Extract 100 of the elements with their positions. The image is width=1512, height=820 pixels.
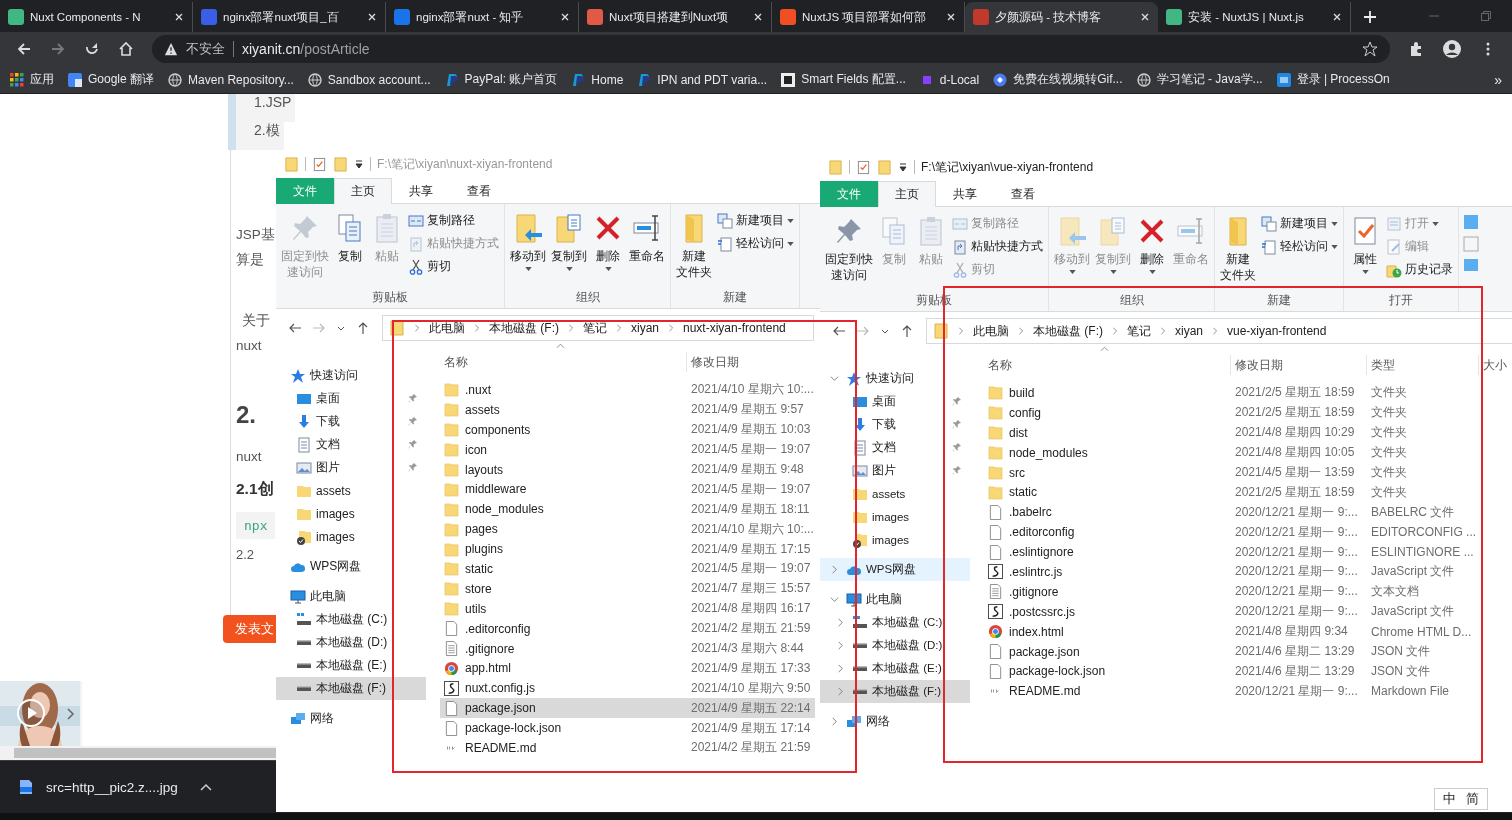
layout-icon[interactable] (1463, 213, 1479, 273)
nav-item[interactable]: 桌面 (276, 387, 426, 410)
breadcrumb-item[interactable]: 此电脑 (429, 319, 465, 337)
column-header[interactable]: 大小 (1479, 355, 1512, 375)
address-field[interactable]: 此电脑 本地磁盘 (F:) 笔记 xiyan vue-xiyan-frontend (926, 318, 1512, 344)
nav-item[interactable]: 本地磁盘 (D:) (820, 634, 970, 657)
file-row[interactable]: .eslintignore 2020/12/21 星期一 9:... ESLINTIGNORE ... (984, 542, 1479, 562)
column-header[interactable]: 修改日期 (1231, 355, 1367, 375)
close-icon[interactable] (174, 12, 184, 22)
file-row[interactable]: README.md 2021/4/2 星期五 21:59 (440, 738, 815, 758)
ribbon-button[interactable]: 历史记录 (1384, 259, 1455, 280)
ribbon-button[interactable]: 重命名 (627, 208, 667, 264)
restore-icon[interactable] (1480, 10, 1492, 22)
file-row[interactable]: plugins 2021/4/9 星期五 17:15 (440, 539, 815, 559)
file-row[interactable]: .editorconfig 2021/4/2 星期五 21:59 (440, 618, 815, 639)
ribbon-button[interactable]: 轻松访问 (715, 233, 796, 254)
bookmark[interactable]: Maven Repository... (168, 72, 294, 87)
nav-item[interactable]: 本地磁盘 (C:) (276, 608, 426, 631)
nav-item[interactable]: images (276, 525, 426, 548)
file-row[interactable]: nuxt.config.js 2021/4/10 星期六 9:50 (440, 678, 815, 699)
file-row[interactable]: .editorconfig 2020/12/21 星期一 9:... EDITORCONFIG ... (984, 522, 1479, 543)
file-row[interactable]: components 2021/4/9 星期五 10:03 (440, 419, 815, 440)
ribbon-button[interactable]: 粘贴快捷方式 (950, 236, 1045, 257)
file-row[interactable]: static 2021/4/5 星期一 19:07 (440, 559, 815, 579)
file-row[interactable]: package-lock.json 2021/4/9 星期五 17:14 (440, 718, 815, 739)
breadcrumb-item[interactable]: 本地磁盘 (F:) (1033, 322, 1103, 340)
breadcrumb-item[interactable]: xiyan (631, 321, 659, 335)
ribbon-button[interactable]: 移动到 (508, 208, 548, 271)
chevron-right-icon[interactable] (615, 324, 623, 332)
nav-item[interactable]: 此电脑 (820, 588, 970, 611)
nav-item[interactable]: 快速访问 (820, 367, 970, 390)
bookmark[interactable]: Smart Fields 配置... (781, 71, 906, 88)
file-row[interactable]: static 2021/2/5 星期五 18:59 文件夹 (984, 482, 1479, 503)
ribbon-button[interactable]: 新建项目 (715, 210, 796, 231)
ribbon-button[interactable]: 新建项目 (1259, 213, 1340, 234)
file-row[interactable]: icon 2021/4/5 星期一 19:07 (440, 439, 815, 460)
properties-icon[interactable] (856, 159, 871, 175)
chevron-right-icon[interactable] (836, 641, 845, 650)
chevron-right-icon[interactable] (66, 707, 76, 721)
nav-item[interactable]: 本地磁盘 (E:) (820, 657, 970, 680)
new-tab-icon[interactable] (1363, 10, 1377, 24)
nav-item[interactable]: 网络 (276, 707, 426, 730)
caret-up-icon[interactable] (199, 783, 212, 791)
horizontal-scrollbar[interactable] (0, 746, 276, 760)
bookmark[interactable]: 应用 (10, 71, 54, 88)
bookmark[interactable]: d-Local (919, 72, 980, 87)
close-icon[interactable] (1332, 12, 1342, 22)
ribbon-tab[interactable]: 查看 (450, 178, 508, 204)
browser-tab[interactable]: 夕颜源码 - 技术博客 (965, 2, 1158, 32)
nav-item[interactable]: 此电脑 (276, 585, 426, 608)
file-row[interactable]: utils 2021/4/8 星期四 16:17 (440, 598, 815, 619)
ribbon-button[interactable]: 复制 (332, 208, 368, 264)
breadcrumb-item[interactable]: 此电脑 (973, 322, 1009, 340)
breadcrumb-item[interactable]: nuxt-xiyan-frontend (683, 321, 786, 335)
file-row[interactable]: store 2021/4/7 星期三 15:57 (440, 578, 815, 599)
ribbon-button[interactable]: 新建文件夹 (1218, 211, 1258, 283)
breadcrumb-item[interactable]: vue-xiyan-frontend (1227, 324, 1327, 338)
ribbon-button[interactable]: 属性 (1347, 211, 1383, 274)
close-icon[interactable] (367, 12, 377, 22)
dropdown-icon[interactable] (898, 162, 908, 172)
file-row[interactable]: pages 2021/4/10 星期六 10:... (440, 519, 815, 540)
nav-item[interactable]: 下载 (820, 413, 970, 436)
nav-item[interactable]: 网络 (820, 710, 970, 733)
column-header[interactable]: 类型 (1367, 355, 1479, 375)
chevron-down-icon[interactable] (830, 374, 839, 383)
ribbon-button[interactable]: 固定到快速访问 (823, 211, 875, 283)
ribbon-button[interactable]: 复制路径 (406, 210, 501, 231)
ribbon-button[interactable]: 删除 (1134, 211, 1170, 274)
pin-icon[interactable] (408, 416, 418, 426)
nav-item[interactable]: 本地磁盘 (F:) (276, 677, 426, 700)
ime-button[interactable]: 中 (1443, 790, 1456, 808)
file-row[interactable]: .gitignore 2020/12/21 星期一 9:... 文本文档 (984, 581, 1479, 602)
chevron-right-icon[interactable] (667, 324, 675, 332)
pin-icon[interactable] (952, 465, 962, 475)
bookmark[interactable]: Google 翻译 (68, 71, 155, 88)
chevron-right-icon[interactable] (1159, 327, 1167, 335)
chevron-down-icon[interactable] (830, 595, 839, 604)
bookmark[interactable]: 学习笔记 - Java学... (1136, 71, 1263, 88)
file-row[interactable]: build 2021/2/5 星期五 18:59 文件夹 (984, 383, 1479, 403)
folder-icon[interactable] (828, 159, 843, 175)
more-bookmarks[interactable]: » (1494, 71, 1502, 88)
chevron-right-icon[interactable] (1017, 327, 1025, 335)
ribbon-tab[interactable]: 主页 (878, 181, 936, 207)
column-header[interactable]: 名称 (984, 355, 1231, 375)
chevron-right-icon[interactable] (473, 324, 481, 332)
nav-item[interactable]: assets (820, 482, 970, 505)
file-row[interactable]: .eslintrc.js 2020/12/21 星期一 9:... JavaScript 文件 (984, 562, 1479, 582)
bookmark[interactable]: PayPal: 账户首页 (444, 71, 558, 88)
nav-item[interactable]: images (820, 505, 970, 528)
breadcrumb-item[interactable]: 本地磁盘 (F:) (489, 319, 559, 337)
nav-item[interactable]: 下载 (276, 410, 426, 433)
nav-item[interactable]: 文档 (820, 436, 970, 459)
folder-icon[interactable] (284, 156, 299, 172)
dropdown-icon[interactable] (354, 159, 364, 169)
close-icon[interactable] (1140, 12, 1150, 22)
bookmark[interactable]: Home (571, 72, 624, 87)
chevron-right-icon[interactable] (830, 717, 839, 726)
download-item[interactable]: src=http__pic2.z....jpg (18, 779, 212, 795)
file-row[interactable]: .nuxt 2021/4/10 星期六 10:... (440, 380, 815, 400)
file-row[interactable]: dist 2021/4/8 星期四 10:29 文件夹 (984, 422, 1479, 443)
